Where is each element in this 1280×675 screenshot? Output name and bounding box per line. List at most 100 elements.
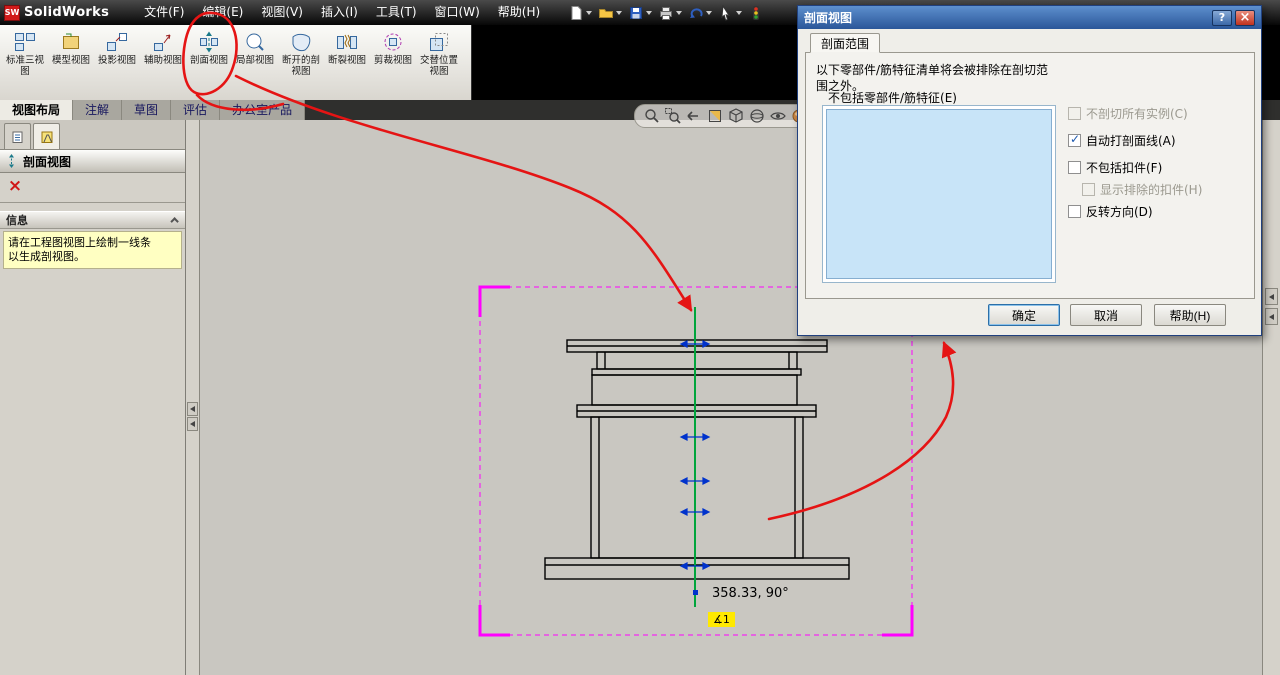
tab-section-scope[interactable]: 剖面范围 <box>810 33 880 53</box>
info-section-header[interactable]: 信息 <box>0 211 185 229</box>
checkbox-icon <box>1068 161 1081 174</box>
task-pane-expand-button[interactable] <box>1265 288 1278 305</box>
model-view-icon <box>63 33 79 49</box>
info-message-line: 请在工程图视图上绘制一线条 <box>8 236 151 249</box>
section-view-button[interactable]: 剖面视图 <box>186 28 232 98</box>
previous-view-button[interactable] <box>685 107 703 125</box>
info-message-line: 以生成剖视图。 <box>8 250 85 263</box>
button-label: 剪裁视图 <box>373 55 412 66</box>
menu-edit[interactable]: 编辑(E) <box>193 0 252 25</box>
save-icon <box>630 6 643 19</box>
arrow-left-icon <box>1269 293 1274 300</box>
auxiliary-view-icon <box>154 34 171 51</box>
chevron-down-icon[interactable] <box>706 10 713 15</box>
standard-3-view-icon <box>15 33 35 51</box>
info-message-box: 请在工程图视图上绘制一线条 以生成剖视图。 <box>3 231 182 269</box>
previous-view-icon <box>687 111 698 121</box>
zoom-fit-button[interactable] <box>643 107 661 125</box>
button-label: 剖面视图 <box>189 55 228 66</box>
section-view-hud-button[interactable] <box>706 107 724 125</box>
chevron-down-icon[interactable] <box>616 10 623 15</box>
panel-tab-property-manager[interactable] <box>33 123 60 149</box>
collapse-chevron-icon[interactable] <box>170 217 179 226</box>
new-document-icon <box>571 5 582 20</box>
cancel-button[interactable]: 取消 <box>1070 304 1142 326</box>
menu-help[interactable]: 帮助(H) <box>489 0 549 25</box>
print-button[interactable] <box>655 2 685 23</box>
menu-tools[interactable]: 工具(T) <box>367 0 426 25</box>
button-label: 模型视图 <box>51 55 90 66</box>
broken-out-section-icon <box>292 33 311 52</box>
panel-collapse-button[interactable] <box>187 402 198 416</box>
checkbox-exclude-fasteners[interactable]: 不包括扣件(F) <box>1068 159 1162 176</box>
panel-tab-feature-tree[interactable] <box>4 123 31 149</box>
checkbox-label: 反转方向(D) <box>1086 205 1153 219</box>
undo-icon <box>690 7 703 18</box>
hide-show-items-button[interactable] <box>769 107 787 125</box>
menu-window[interactable]: 窗口(W) <box>426 0 489 25</box>
save-button[interactable] <box>625 2 655 23</box>
panel-collapse-button[interactable] <box>187 417 198 431</box>
open-button[interactable] <box>595 2 625 23</box>
checkbox-icon <box>1068 107 1081 120</box>
dialog-help-button[interactable] <box>1212 9 1232 26</box>
task-pane-strip <box>1262 120 1280 675</box>
auxiliary-view-button[interactable]: 辅助视图 <box>140 28 186 98</box>
undo-button[interactable] <box>685 2 715 23</box>
button-label: 断裂视图 <box>327 55 366 66</box>
panel-title: 剖面视图 <box>23 154 72 169</box>
property-manager-icon <box>41 131 52 143</box>
broken-out-section-button[interactable]: 断开的剖视图 <box>278 28 324 98</box>
panel-splitter[interactable] <box>186 120 200 675</box>
checkbox-dont-section-all-instances[interactable]: 不剖切所有实例(C) <box>1068 105 1188 122</box>
dialog-titlebar[interactable]: 剖面视图 <box>798 6 1261 29</box>
arrow-left-icon <box>1269 313 1274 320</box>
break-view-button[interactable]: 断裂视图 <box>324 28 370 98</box>
status-light-button[interactable] <box>745 2 767 23</box>
checkbox-auto-hatching[interactable]: 自动打剖面线(A) <box>1068 132 1176 149</box>
chevron-down-icon[interactable] <box>646 10 653 15</box>
break-view-icon <box>337 34 357 49</box>
pm-cancel-button[interactable] <box>2 176 28 196</box>
detail-view-button[interactable]: 局部视图 <box>232 28 278 98</box>
checkbox-label: 自动打剖面线(A) <box>1086 134 1176 148</box>
exclusion-listbox[interactable] <box>822 105 1056 283</box>
ok-button[interactable]: 确定 <box>988 304 1060 326</box>
checkbox-label: 不剖切所有实例(C) <box>1086 107 1188 121</box>
select-button[interactable] <box>715 2 745 23</box>
view-orientation-button[interactable] <box>727 107 745 125</box>
chevron-down-icon[interactable] <box>736 10 743 15</box>
tab-view-layout[interactable]: 视图布局 <box>0 100 74 120</box>
chevron-down-icon[interactable] <box>586 10 593 15</box>
zoom-area-button[interactable] <box>664 107 682 125</box>
dialog-title: 剖面视图 <box>804 11 853 25</box>
help-button[interactable]: 帮助(H) <box>1154 304 1226 326</box>
detail-view-icon <box>246 33 264 51</box>
tab-sketch[interactable]: 草图 <box>122 100 172 120</box>
arrow-left-icon <box>190 406 195 412</box>
zoom-area-icon <box>665 108 681 124</box>
panel-tab-strip <box>0 120 185 150</box>
tab-evaluate[interactable]: 评估 <box>171 100 221 120</box>
standard-3-view-button[interactable]: 标准三视图 <box>2 28 48 98</box>
button-label: 局部视图 <box>235 55 274 66</box>
checkbox-flip-direction[interactable]: 反转方向(D) <box>1068 203 1153 220</box>
tab-annotation[interactable]: 注解 <box>73 100 123 120</box>
print-icon <box>660 6 673 20</box>
alternate-position-view-button[interactable]: 交替位置视图 <box>416 28 462 98</box>
dialog-close-button[interactable] <box>1235 9 1255 26</box>
zoom-fit-icon <box>645 109 659 123</box>
menu-insert[interactable]: 插入(I) <box>312 0 367 25</box>
projected-view-button[interactable]: 投影视图 <box>94 28 140 98</box>
display-style-button[interactable] <box>748 107 766 125</box>
task-pane-expand-button[interactable] <box>1265 308 1278 325</box>
chevron-down-icon[interactable] <box>676 10 683 15</box>
checkbox-show-excluded-fasteners[interactable]: 显示排除的扣件(H) <box>1082 181 1202 198</box>
menu-file[interactable]: 文件(F) <box>135 0 193 25</box>
crop-view-button[interactable]: 剪裁视图 <box>370 28 416 98</box>
tab-office-products[interactable]: 办公室产品 <box>220 100 306 120</box>
new-document-button[interactable] <box>565 2 595 23</box>
model-view-button[interactable]: 模型视图 <box>48 28 94 98</box>
menu-view[interactable]: 视图(V) <box>252 0 312 25</box>
checkbox-label: 显示排除的扣件(H) <box>1100 183 1203 197</box>
